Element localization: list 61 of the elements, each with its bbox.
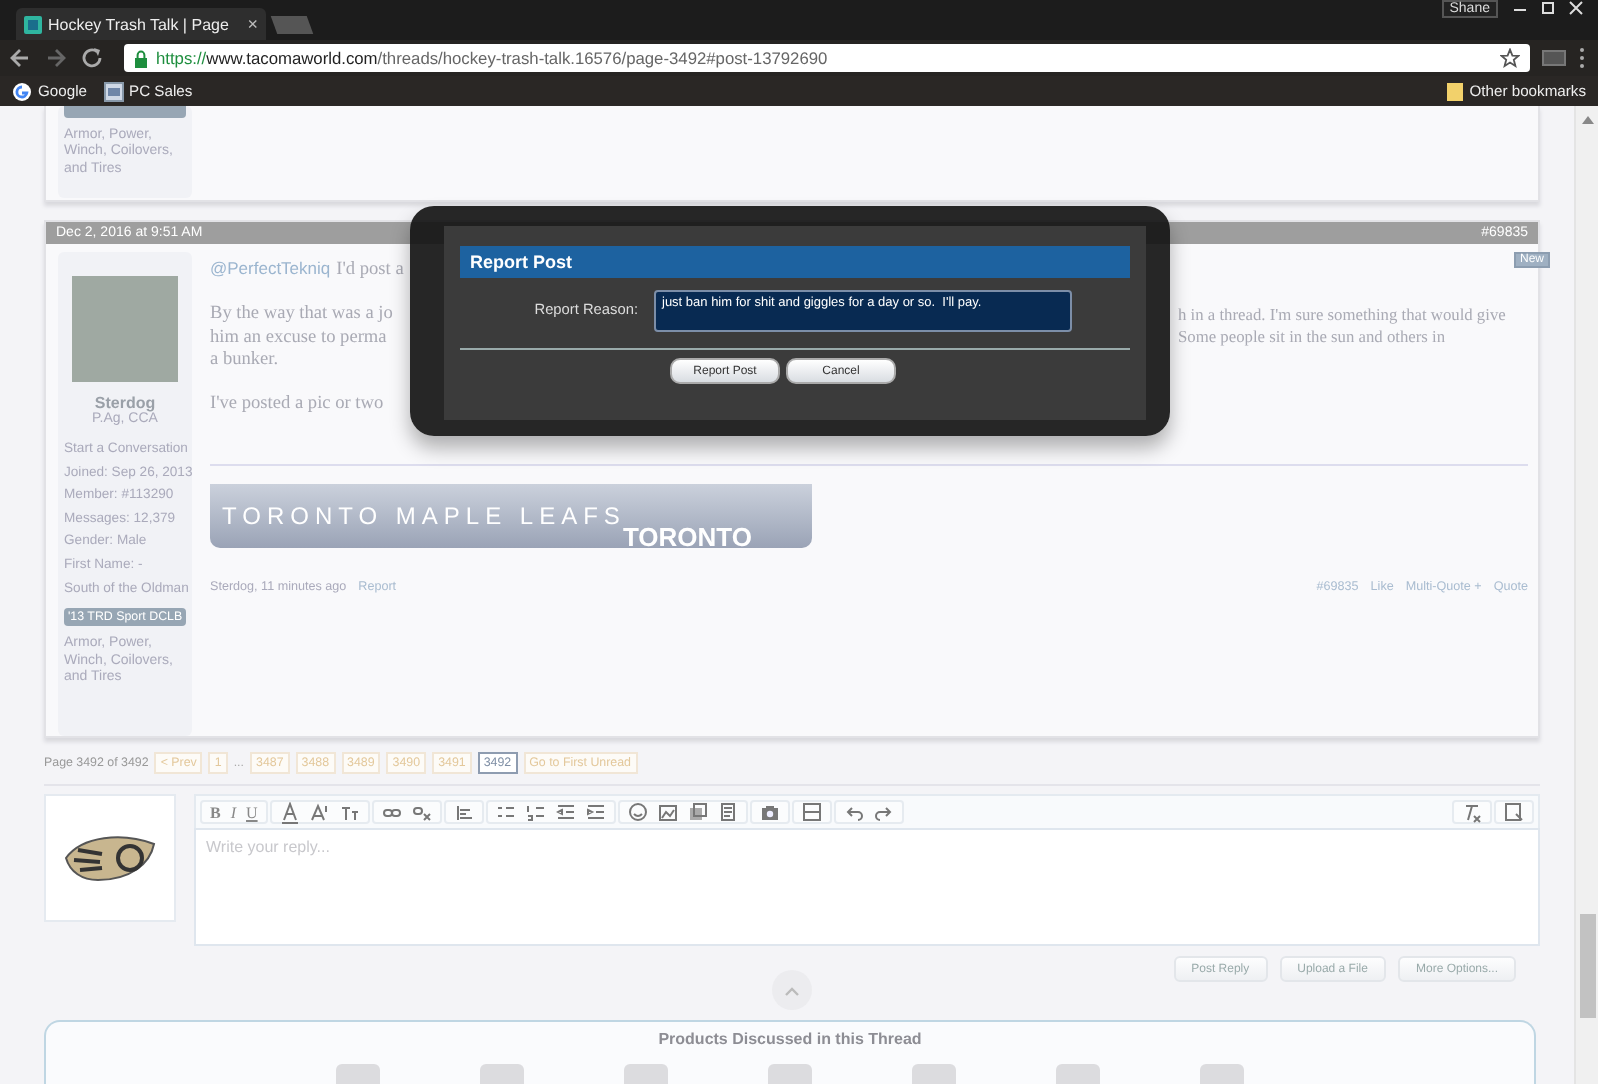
dialog-title: Report Post (460, 246, 1130, 278)
outdent-icon[interactable] (555, 801, 576, 823)
align-icon[interactable] (453, 801, 474, 823)
address-field[interactable]: https://www.tacomaworld.com/threads/hockey-trash-talk.16576/page-3492#post-13792690 (124, 44, 1530, 72)
scrollbar[interactable] (1574, 106, 1598, 1084)
font-family-icon[interactable] (339, 801, 360, 823)
logo-text: TORONTO (622, 521, 752, 547)
google-icon (12, 81, 32, 101)
duck-logo-icon (62, 832, 158, 884)
page-icon (24, 15, 42, 33)
media-icon[interactable] (687, 801, 708, 823)
unlink-icon[interactable] (411, 801, 432, 823)
camera-icon[interactable] (759, 801, 780, 823)
browser-tab[interactable]: Hockey Trash Talk | Page × (16, 8, 266, 40)
image-icon[interactable] (657, 801, 678, 823)
quote-icon[interactable] (717, 801, 738, 823)
reload-icon[interactable] (80, 46, 104, 70)
close-icon[interactable]: × (247, 14, 258, 34)
clear-format-icon[interactable] (1462, 801, 1482, 823)
back-icon[interactable] (8, 46, 32, 70)
folder-icon (1445, 81, 1464, 101)
smiley-icon[interactable] (627, 801, 648, 823)
banner-text: TORONTO MAPLE LEAFS (222, 501, 626, 529)
format-button[interactable]: B (210, 803, 221, 821)
new-tab-button[interactable] (270, 16, 314, 34)
menu-icon[interactable] (1578, 46, 1586, 70)
star-icon[interactable] (1500, 48, 1520, 68)
mention-link[interactable]: @PerfectTekniq (210, 258, 331, 279)
font-color-icon[interactable] (279, 801, 300, 823)
scrollbar-thumb[interactable] (1579, 914, 1595, 1018)
post-text: a bunker. (210, 350, 279, 371)
chevron-up-icon (784, 985, 800, 995)
maximize-icon[interactable] (1538, 0, 1558, 16)
format-button[interactable]: I (230, 803, 237, 821)
post-text: I've posted a pic or two (210, 393, 384, 414)
format-button[interactable]: U (246, 803, 258, 821)
section-title: Products Discussed in this Thread (658, 1030, 922, 1048)
indent-icon[interactable] (585, 801, 606, 823)
lock-icon (134, 49, 148, 67)
undo-icon[interactable] (843, 801, 864, 823)
save-icon[interactable] (801, 801, 822, 823)
post-text: Some people sit in the sun and others in (1178, 328, 1446, 347)
post-text: By the way that was a jo (210, 304, 393, 325)
username[interactable]: Sterdog (94, 394, 156, 412)
page-icon (103, 81, 123, 101)
user-badge (64, 106, 186, 118)
forward-icon[interactable] (44, 46, 68, 70)
preview-icon[interactable] (1504, 801, 1524, 823)
font-size-icon[interactable] (309, 801, 330, 823)
url-text: https://www.tacomaworld.com/threads/hockey-trash-talk.16576/page-3492#post-13792690 (156, 48, 828, 68)
post-text: him an excuse to perma (210, 327, 387, 348)
extension-icon[interactable] (1542, 48, 1566, 68)
bullets-icon[interactable] (495, 801, 516, 823)
post-text: h in a thread. I'm sure something that would give (1178, 305, 1506, 324)
numbers-icon[interactable] (525, 801, 546, 823)
photo-placeholder (72, 276, 178, 382)
close-icon[interactable] (1566, 0, 1586, 16)
tab-title: Hockey Trash Talk | Page (48, 15, 231, 33)
scroll-up-icon (1581, 114, 1593, 124)
post-text: I'd post a (336, 260, 404, 281)
redo-icon[interactable] (873, 801, 894, 823)
